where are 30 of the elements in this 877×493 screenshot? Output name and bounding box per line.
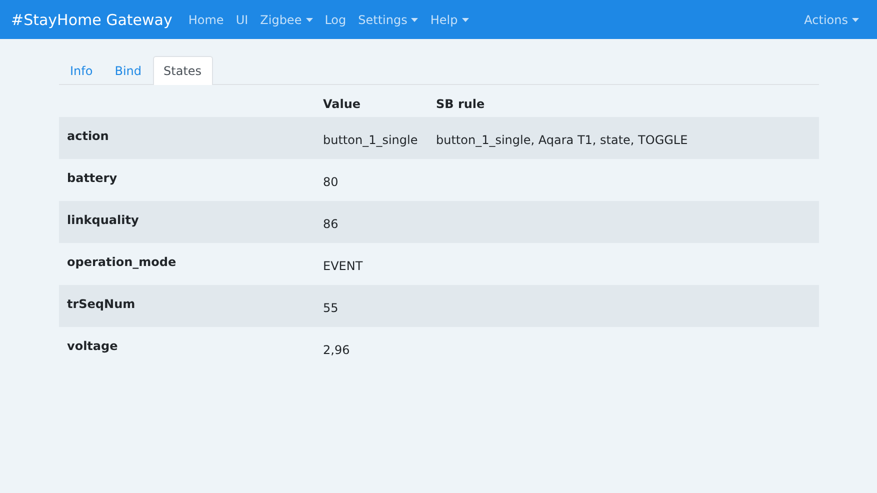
brand-title[interactable]: #StayHome Gateway	[11, 10, 172, 28]
state-name: voltage	[67, 339, 118, 353]
nav-link[interactable]: Actions	[798, 12, 865, 26]
state-value: 55	[323, 301, 338, 315]
nav-link[interactable]: Home	[182, 12, 230, 26]
state-name: operation_mode	[67, 255, 176, 269]
state-value: EVENT	[323, 259, 363, 273]
nav-link[interactable]: Zigbee	[254, 12, 319, 26]
state-name: trSeqNum	[67, 297, 136, 311]
sb-rule: button_1_single, Aqara T1, state, TOGGLE	[436, 133, 688, 147]
tab[interactable]: Bind	[104, 56, 153, 85]
tab[interactable]: States	[152, 56, 213, 85]
nav-link[interactable]: Help	[424, 12, 475, 26]
state-value: button_1_single	[323, 133, 418, 147]
state-value: 2,96	[323, 343, 350, 357]
state-value: 86	[323, 217, 338, 231]
state-value: 80	[323, 175, 338, 189]
caret-icon	[306, 18, 313, 22]
column-header: SB rule	[436, 97, 485, 111]
caret-icon	[462, 18, 469, 22]
state-name: action	[67, 129, 109, 143]
nav-link[interactable]: Settings	[352, 12, 424, 26]
caret-icon	[411, 18, 418, 22]
tab[interactable]: Info	[59, 56, 104, 85]
nav-link[interactable]: UI	[230, 12, 254, 26]
state-name: battery	[67, 171, 118, 185]
column-header: Value	[323, 97, 361, 111]
caret-icon	[852, 18, 859, 22]
state-name: linkquality	[67, 213, 139, 227]
nav-link[interactable]: Log	[318, 12, 352, 26]
